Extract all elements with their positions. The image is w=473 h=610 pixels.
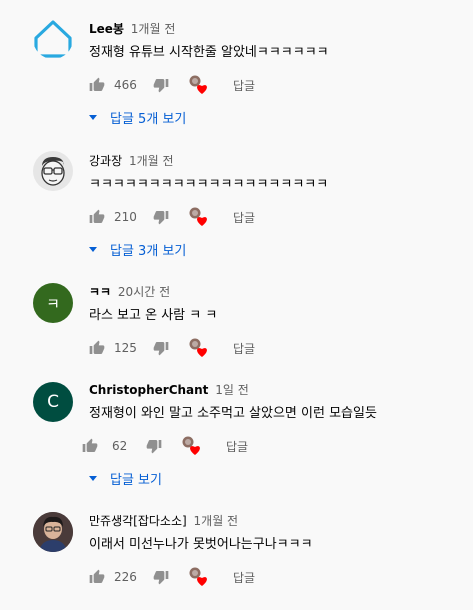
- creator-heart-icon: [182, 436, 200, 455]
- dislike-button[interactable]: [153, 207, 169, 227]
- creator-heart: [188, 207, 210, 227]
- like-count: 466: [114, 78, 137, 92]
- comment-text: 정재형 유튜브 시작한줄 알았네ㅋㅋㅋㅋㅋㅋ: [89, 45, 329, 60]
- comment-time[interactable]: 1개월 전: [194, 514, 239, 528]
- caret-down-icon: [89, 246, 97, 252]
- comment-actions: 226 답글: [89, 567, 349, 587]
- creator-heart: [181, 436, 203, 456]
- reply-button[interactable]: 답글: [233, 75, 255, 95]
- comment-actions: 466 답글: [89, 75, 349, 95]
- avatar[interactable]: C: [33, 382, 73, 422]
- comment-text: 이래서 미선누나가 못벗어나는구나ㅋㅋㅋ: [89, 537, 313, 552]
- reply-button[interactable]: 답글: [233, 207, 255, 227]
- thumb-down-icon: [146, 440, 162, 454]
- creator-heart-icon: [189, 207, 207, 226]
- like-count: 210: [114, 210, 137, 224]
- creator-heart: [188, 75, 210, 95]
- view-replies-label: 답글 3개 보기: [110, 243, 187, 259]
- view-replies-button[interactable]: 답글 3개 보기: [89, 240, 187, 259]
- like-button[interactable]: [89, 207, 105, 227]
- comment-actions: 125 답글: [89, 338, 349, 358]
- comment-header: Lee봉 1개월 전: [89, 20, 175, 37]
- comment-header: 강과장 1개월 전: [89, 152, 174, 169]
- thumb-up-icon: [89, 569, 105, 583]
- like-button[interactable]: [89, 75, 105, 95]
- view-replies-label: 답글 5개 보기: [110, 111, 187, 127]
- avatar[interactable]: ㅋ: [33, 283, 73, 323]
- thumb-up-icon: [89, 340, 105, 354]
- comment-actions: 62 답글: [82, 436, 342, 456]
- author-name[interactable]: Lee봉: [89, 22, 124, 36]
- comment-time[interactable]: 1개월 전: [129, 154, 174, 168]
- thumb-down-icon: [153, 342, 169, 356]
- comment-text: 라스 보고 온 사람 ㅋ ㅋ: [89, 308, 218, 323]
- avatar[interactable]: [33, 19, 73, 59]
- creator-heart-icon: [189, 567, 207, 586]
- cartoon-face-icon: [41, 157, 65, 186]
- creator-heart-icon: [189, 338, 207, 357]
- reply-button[interactable]: 답글: [233, 567, 255, 587]
- caret-down-icon: [89, 114, 97, 120]
- comment-text: ㅋㅋㅋㅋㅋㅋㅋㅋㅋㅋㅋㅋㅋㅋㅋㅋㅋㅋㅋㅋ: [89, 177, 329, 192]
- avatar-letter: C: [47, 392, 59, 412]
- reply-button[interactable]: 답글: [226, 436, 248, 456]
- avatar[interactable]: [33, 151, 73, 191]
- comment-text: 정재형이 와인 말고 소주먹고 살았으면 이런 모습일듯: [89, 406, 377, 421]
- photo-avatar-icon: [33, 512, 73, 552]
- thumb-up-icon: [89, 77, 105, 91]
- comment-actions: 210 답글: [89, 207, 349, 227]
- dislike-button[interactable]: [153, 338, 169, 358]
- thumb-down-icon: [153, 211, 169, 225]
- creator-heart: [188, 338, 210, 358]
- author-name[interactable]: 만쥬생각[잡다소소]: [89, 514, 187, 528]
- author-name[interactable]: ㅋㅋ: [89, 285, 111, 299]
- like-count: 125: [114, 341, 137, 355]
- dislike-button[interactable]: [153, 567, 169, 587]
- thumb-up-icon: [89, 209, 105, 223]
- like-button[interactable]: [82, 436, 98, 456]
- like-button[interactable]: [89, 338, 105, 358]
- thumb-down-icon: [153, 571, 169, 585]
- avatar-letter: ㅋ: [46, 294, 60, 313]
- reply-button[interactable]: 답글: [233, 338, 255, 358]
- author-name[interactable]: ChristopherChant: [89, 383, 208, 397]
- house-icon: [34, 20, 72, 58]
- comment-time[interactable]: 1개월 전: [131, 22, 176, 36]
- creator-heart-icon: [189, 75, 207, 94]
- comment-time[interactable]: 20시간 전: [118, 285, 170, 299]
- caret-down-icon: [89, 475, 97, 481]
- view-replies-label: 답글 보기: [110, 472, 162, 488]
- thumb-down-icon: [153, 79, 169, 93]
- dislike-button[interactable]: [146, 436, 162, 456]
- view-replies-button[interactable]: 답글 5개 보기: [89, 108, 187, 127]
- avatar[interactable]: [33, 512, 73, 552]
- comment-header: ㅋㅋ 20시간 전: [89, 283, 170, 300]
- comment-header: 만쥬생각[잡다소소] 1개월 전: [89, 512, 238, 529]
- thumb-up-icon: [82, 438, 98, 452]
- like-count: 62: [112, 439, 128, 453]
- view-replies-button[interactable]: 답글 보기: [89, 469, 162, 488]
- like-button[interactable]: [89, 567, 105, 587]
- comment-time[interactable]: 1일 전: [215, 383, 249, 397]
- dislike-button[interactable]: [153, 75, 169, 95]
- author-name[interactable]: 강과장: [89, 154, 122, 168]
- comment-header: ChristopherChant 1일 전: [89, 381, 249, 398]
- like-count: 226: [114, 570, 137, 584]
- creator-heart: [188, 567, 210, 587]
